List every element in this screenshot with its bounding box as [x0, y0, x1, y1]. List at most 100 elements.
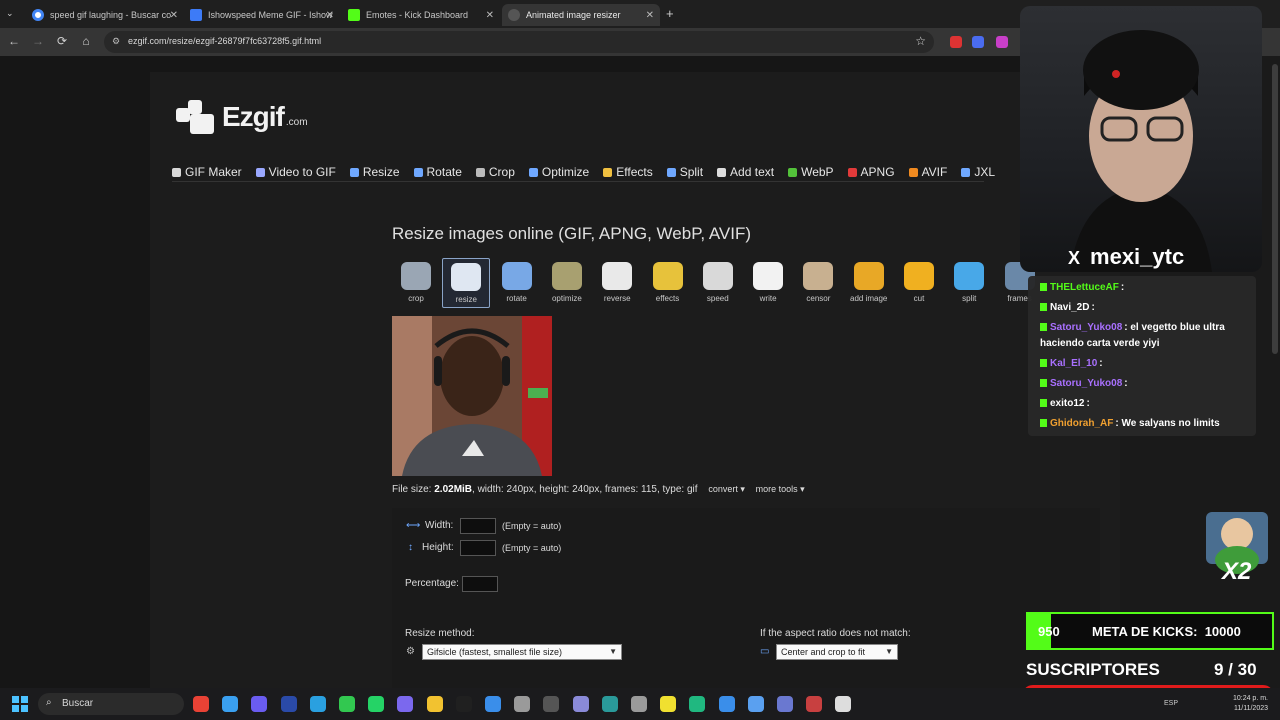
width-label: Width: [425, 520, 454, 531]
rotate-icon [501, 262, 532, 290]
chat-username[interactable]: THELettuceAF [1050, 282, 1119, 293]
close-icon[interactable]: ✕ [170, 10, 178, 21]
taskbar-app-icon[interactable] [397, 696, 414, 712]
nav-item-apng[interactable]: APNG [847, 162, 895, 182]
nav-item-jxl[interactable]: JXL [961, 162, 995, 182]
resize-method-select[interactable]: Gifsicle (fastest, smallest file size) ▼ [422, 644, 622, 660]
tab-ishowspeed[interactable]: Ishowspeed Meme GIF - Ishow ✕ [184, 4, 340, 26]
extension-icon[interactable] [950, 36, 962, 48]
taskbar-app-icon[interactable] [485, 696, 501, 712]
taskbar-app-icon[interactable] [339, 696, 355, 712]
taskbar-app-icon[interactable] [631, 696, 647, 712]
more-tools-dropdown[interactable]: more tools ▾ [756, 484, 805, 494]
reload-button[interactable]: ⟳ [54, 34, 70, 48]
nav-item-optimize[interactable]: Optimize [528, 162, 589, 182]
extension-icon[interactable] [972, 36, 984, 48]
windows-start-icon[interactable] [12, 696, 28, 712]
tool-resize[interactable]: resize [442, 258, 491, 308]
taskbar-clock[interactable]: 10:24 p. m. 11/11/2023 [1233, 694, 1268, 714]
taskbar-app-icon[interactable] [806, 696, 823, 712]
tab-animated-resizer[interactable]: Animated image resizer ✕ [502, 4, 660, 26]
chat-message: Navi_2D: [1040, 300, 1250, 316]
taskbar-app-icon[interactable] [835, 696, 852, 712]
chat-username[interactable]: exito12 [1050, 398, 1084, 409]
close-icon[interactable]: ✕ [486, 10, 494, 21]
ezgif-logo[interactable]: Ezgif .com [176, 100, 308, 134]
language-indicator[interactable]: ESP [1164, 700, 1178, 707]
chat-username[interactable]: Kal_El_10 [1050, 358, 1097, 369]
nav-item-video[interactable]: Video to GIF [255, 162, 336, 182]
width-input[interactable] [460, 518, 496, 534]
scrollbar[interactable] [1272, 64, 1278, 354]
crop-fit-icon: ▭ [760, 646, 770, 657]
tool-optimize[interactable]: optimize [543, 258, 591, 308]
download-icon[interactable] [996, 36, 1008, 48]
chat-username[interactable]: Navi_2D [1050, 302, 1089, 313]
chat-username[interactable]: Satoru_Yuko08 [1050, 378, 1122, 389]
taskbar-search[interactable]: ⌕ Buscar [38, 693, 184, 715]
home-button[interactable]: ⌂ [78, 34, 94, 48]
tool-speed[interactable]: speed [694, 258, 742, 308]
tool-reverse[interactable]: reverse [593, 258, 641, 308]
taskbar-app-icon[interactable] [747, 696, 764, 712]
taskbar-app-icon[interactable] [280, 696, 297, 712]
tool-split[interactable]: split [945, 258, 993, 308]
taskbar-app-icon[interactable] [777, 696, 793, 712]
percentage-input[interactable] [462, 576, 498, 592]
tab-speed-gif[interactable]: speed gif laughing - Buscar co ✕ [26, 4, 184, 26]
apng-icon [847, 167, 857, 177]
chat-username[interactable]: Satoru_Yuko08 [1050, 322, 1122, 333]
nav-item-resize[interactable]: Resize [349, 162, 400, 182]
tab-search-menu-icon[interactable]: ⌄ [6, 8, 14, 19]
tool-effects[interactable]: effects [644, 258, 692, 308]
clock-date: 11/11/2023 [1234, 705, 1268, 712]
forward-button[interactable]: → [30, 34, 46, 48]
back-button[interactable]: ← [6, 34, 22, 48]
address-bar[interactable]: ⚙ ezgif.com/resize/ezgif-26879f7fc63728f… [104, 31, 934, 53]
tool-label: reverse [603, 294, 631, 303]
new-tab-button[interactable]: + [666, 6, 674, 21]
taskbar-app-icon[interactable] [689, 696, 706, 712]
tool-label: censor [806, 294, 831, 303]
tool-add-image[interactable]: add image [845, 258, 893, 308]
kicks-current: 950 [1038, 624, 1060, 639]
nav-item-crop[interactable]: Crop [475, 162, 515, 182]
taskbar-app-icon[interactable] [193, 696, 209, 712]
nav-item-add-text[interactable]: Add text [717, 162, 774, 182]
taskbar-app-icon[interactable] [455, 696, 472, 712]
nav-item-webp[interactable]: WebP [788, 162, 834, 182]
taskbar-app-icon[interactable] [426, 696, 443, 712]
close-icon[interactable]: ✕ [326, 10, 334, 21]
height-input[interactable] [460, 540, 496, 556]
nav-item-effects[interactable]: Effects [603, 162, 653, 182]
tool-censor[interactable]: censor [794, 258, 842, 308]
taskbar-app-icon[interactable] [309, 696, 326, 712]
taskbar-app-icon[interactable] [718, 696, 735, 712]
taskbar-app-icon[interactable] [543, 696, 560, 712]
convert-dropdown[interactable]: convert ▾ [708, 484, 745, 494]
gif-icon [190, 9, 202, 21]
taskbar-app-icon[interactable] [660, 696, 677, 712]
taskbar-app-icon[interactable] [222, 696, 239, 712]
bookmark-star-icon[interactable]: ☆ [915, 34, 926, 48]
aspect-ratio-select[interactable]: Center and crop to fit ▼ [776, 644, 898, 660]
taskbar-app-icon[interactable] [572, 696, 589, 712]
chat-username[interactable]: Ghidorah_AF [1050, 418, 1113, 429]
taskbar-app-icon[interactable] [251, 696, 268, 712]
nav-item-split[interactable]: Split [666, 162, 703, 182]
tool-crop[interactable]: crop [392, 258, 440, 308]
tool-cut[interactable]: cut [895, 258, 943, 308]
nav-item-avif[interactable]: AVIF [908, 162, 947, 182]
site-info-icon[interactable]: ⚙ [112, 36, 120, 47]
chat-text: : We salyans no limits [1115, 418, 1220, 429]
x2-label: X2 [1222, 558, 1252, 585]
taskbar-app-icon[interactable] [368, 696, 385, 712]
taskbar-app-icon[interactable] [601, 696, 618, 712]
close-icon[interactable]: ✕ [646, 10, 654, 21]
tool-rotate[interactable]: rotate [493, 258, 541, 308]
tab-kick-dashboard[interactable]: Emotes - Kick Dashboard ✕ [342, 4, 500, 26]
taskbar-app-icon[interactable] [514, 696, 531, 712]
nav-item-gif-maker[interactable]: GIF Maker [172, 162, 242, 182]
tool-write[interactable]: write [744, 258, 792, 308]
nav-item-rotate[interactable]: Rotate [413, 162, 462, 182]
